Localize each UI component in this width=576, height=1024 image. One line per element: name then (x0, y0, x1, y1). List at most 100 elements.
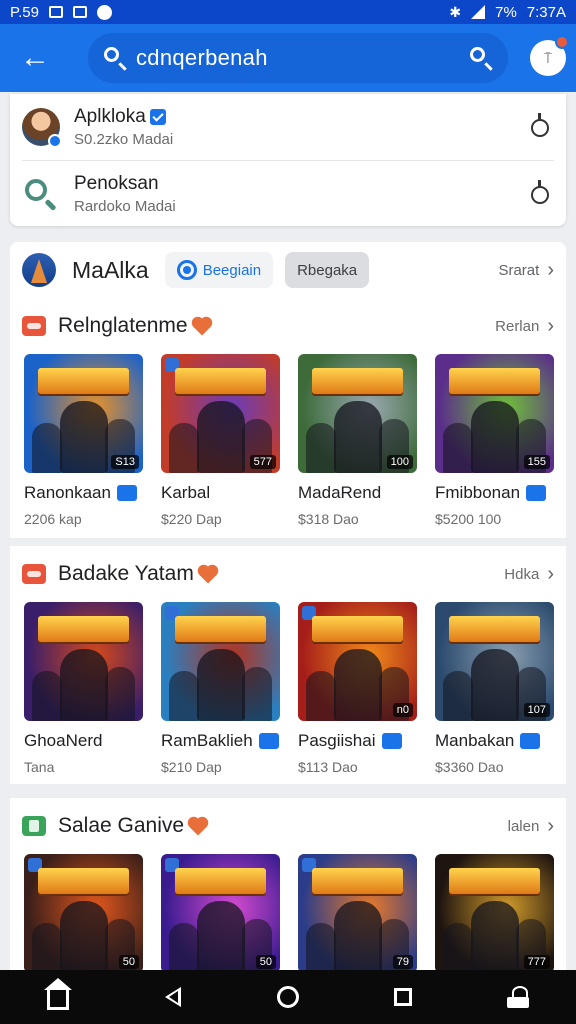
game-row: S13 Ranonkaan 2206 kap 577 Karbal $220 D… (10, 354, 566, 527)
game-thumbnail[interactable]: 777 (435, 854, 554, 973)
clock: 7:37A (526, 3, 566, 21)
game-thumbnail[interactable] (24, 602, 143, 721)
game-card[interactable]: S13 Ranonkaan 2206 kap (24, 354, 143, 527)
gallery-icon (48, 6, 63, 18)
game-name: Fmibbonan (435, 483, 521, 502)
game-card[interactable]: 79 (298, 854, 417, 973)
suggestion-row[interactable]: Penoksan Rardoko Madai (22, 160, 554, 226)
chevron-right-icon: › (547, 258, 554, 281)
search-icon (22, 175, 60, 213)
section-icon (22, 564, 46, 584)
thumbnail-tag: 155 (523, 455, 550, 469)
profile-icon: ⍑ (543, 49, 553, 66)
section-title: Relnglatenme (58, 314, 188, 337)
target-icon (176, 260, 197, 280)
app-header: ← cdnqerbenah ⍑ (0, 24, 576, 92)
game-thumbnail[interactable]: 155 (435, 354, 554, 473)
category-more-label: Srarat (498, 261, 540, 279)
thumbnail-tag: 100 (386, 455, 413, 469)
nav-home-button[interactable] (28, 970, 88, 1024)
nav-launcher-button[interactable] (258, 970, 318, 1024)
bluetooth-icon: ✱ (449, 3, 462, 20)
game-thumbnail[interactable]: 107 (435, 602, 554, 721)
section-more-label: lalen (507, 817, 540, 835)
nav-back-button[interactable] (143, 970, 203, 1024)
game-card[interactable]: 50 (24, 854, 143, 973)
search-suggestions: Aplkloka S0.2zko Madai Penoksan Rardoko … (10, 94, 566, 226)
badge-icon (381, 733, 402, 749)
search-icon (102, 45, 128, 71)
back-arrow-icon[interactable]: ← (8, 31, 62, 85)
game-price: $5200 100 (435, 511, 502, 527)
game-name: Karbal (161, 483, 211, 502)
section-more-label: Hdka (504, 565, 540, 583)
nav-apps-button[interactable] (488, 970, 548, 1024)
game-name: RamBaklieh (161, 731, 253, 750)
apps-icon (507, 986, 530, 1008)
game-card[interactable]: 100 MadaRend $318 Dao (298, 354, 417, 527)
heart-icon (193, 318, 211, 336)
game-row: GhoaNerd Tana RamBaklieh $210 Dap n0 Pas… (10, 602, 566, 775)
section-title: Badake Yatam (58, 562, 194, 585)
circle-icon (276, 986, 299, 1008)
game-section: Badake Yatam Hdka › GhoaNerd Tana RamBakl… (10, 546, 566, 784)
game-name: GhoaNerd (24, 731, 103, 750)
game-thumbnail[interactable]: 100 (298, 354, 417, 473)
badge-icon (116, 485, 137, 501)
game-thumbnail[interactable]: 50 (24, 854, 143, 973)
game-thumbnail[interactable]: 50 (161, 854, 280, 973)
square-icon (394, 988, 413, 1006)
game-card[interactable]: n0 Pasgiishai $113 Dao (298, 602, 417, 775)
search-input[interactable]: cdnqerbenah (136, 45, 268, 71)
system-nav-bar (0, 970, 576, 1024)
suggestion-title: Penoksan (74, 172, 159, 194)
chip-primary[interactable]: Beegiain (164, 252, 274, 288)
chip-primary-label: Beegiain (202, 261, 262, 279)
game-name: Pasgiishai (298, 731, 376, 750)
game-card[interactable]: 577 Karbal $220 Dap (161, 354, 280, 527)
game-thumbnail[interactable] (161, 602, 280, 721)
category-title: MaAlka (72, 256, 149, 283)
badge-icon (520, 733, 541, 749)
search-submit-icon[interactable] (468, 45, 494, 71)
notification-dot (555, 35, 569, 49)
profile-avatar[interactable]: ⍑ (530, 35, 569, 76)
game-thumbnail[interactable]: 577 (161, 354, 280, 473)
power-icon[interactable] (528, 113, 554, 140)
game-price: Tana (24, 759, 55, 775)
chip-secondary[interactable]: Rbegaka (285, 252, 370, 288)
game-thumbnail[interactable]: 79 (298, 854, 417, 973)
chevron-right-icon: › (547, 314, 554, 337)
back-triangle-icon (164, 987, 181, 1007)
category-more-link[interactable]: Srarat › (498, 259, 554, 282)
game-thumbnail[interactable]: n0 (298, 602, 417, 721)
game-price: $113 Dao (298, 759, 358, 775)
game-card[interactable]: RamBaklieh $210 Dap (161, 602, 280, 775)
suggestion-row[interactable]: Aplkloka S0.2zko Madai (10, 94, 566, 160)
suggestion-subtitle: S0.2zko Madai (74, 131, 174, 148)
home-icon (43, 978, 72, 1010)
game-card[interactable]: GhoaNerd Tana (24, 602, 143, 775)
battery-text: 7% (495, 3, 517, 21)
game-name: Manbakan (435, 731, 515, 750)
game-name: Ranonkaan (24, 483, 111, 502)
thumbnail-tag: S13 (111, 455, 139, 469)
game-card[interactable]: 107 Manbakan $3360 Dao (435, 602, 554, 775)
search-bar[interactable]: cdnqerbenah (88, 33, 508, 83)
power-icon[interactable] (528, 179, 554, 207)
section-more-link[interactable]: Rerlan › (495, 315, 554, 338)
thumbnail-tag: 577 (249, 455, 276, 469)
badge-icon (526, 485, 547, 501)
section-more-link[interactable]: Hdka › (504, 563, 554, 586)
status-time: P.59 (10, 3, 39, 21)
game-card[interactable]: 50 (161, 854, 280, 973)
thumbnail-tag: 777 (523, 955, 550, 969)
game-thumbnail[interactable]: S13 (24, 354, 143, 473)
game-card[interactable]: 155 Fmibbonan $5200 100 (435, 354, 554, 527)
game-card[interactable]: 777 (435, 854, 554, 973)
heart-icon (199, 566, 217, 584)
thumbnail-tag: 79 (392, 955, 413, 969)
section-more-link[interactable]: lalen › (508, 815, 554, 838)
messenger-icon (96, 4, 112, 20)
nav-recents-button[interactable] (373, 970, 433, 1024)
